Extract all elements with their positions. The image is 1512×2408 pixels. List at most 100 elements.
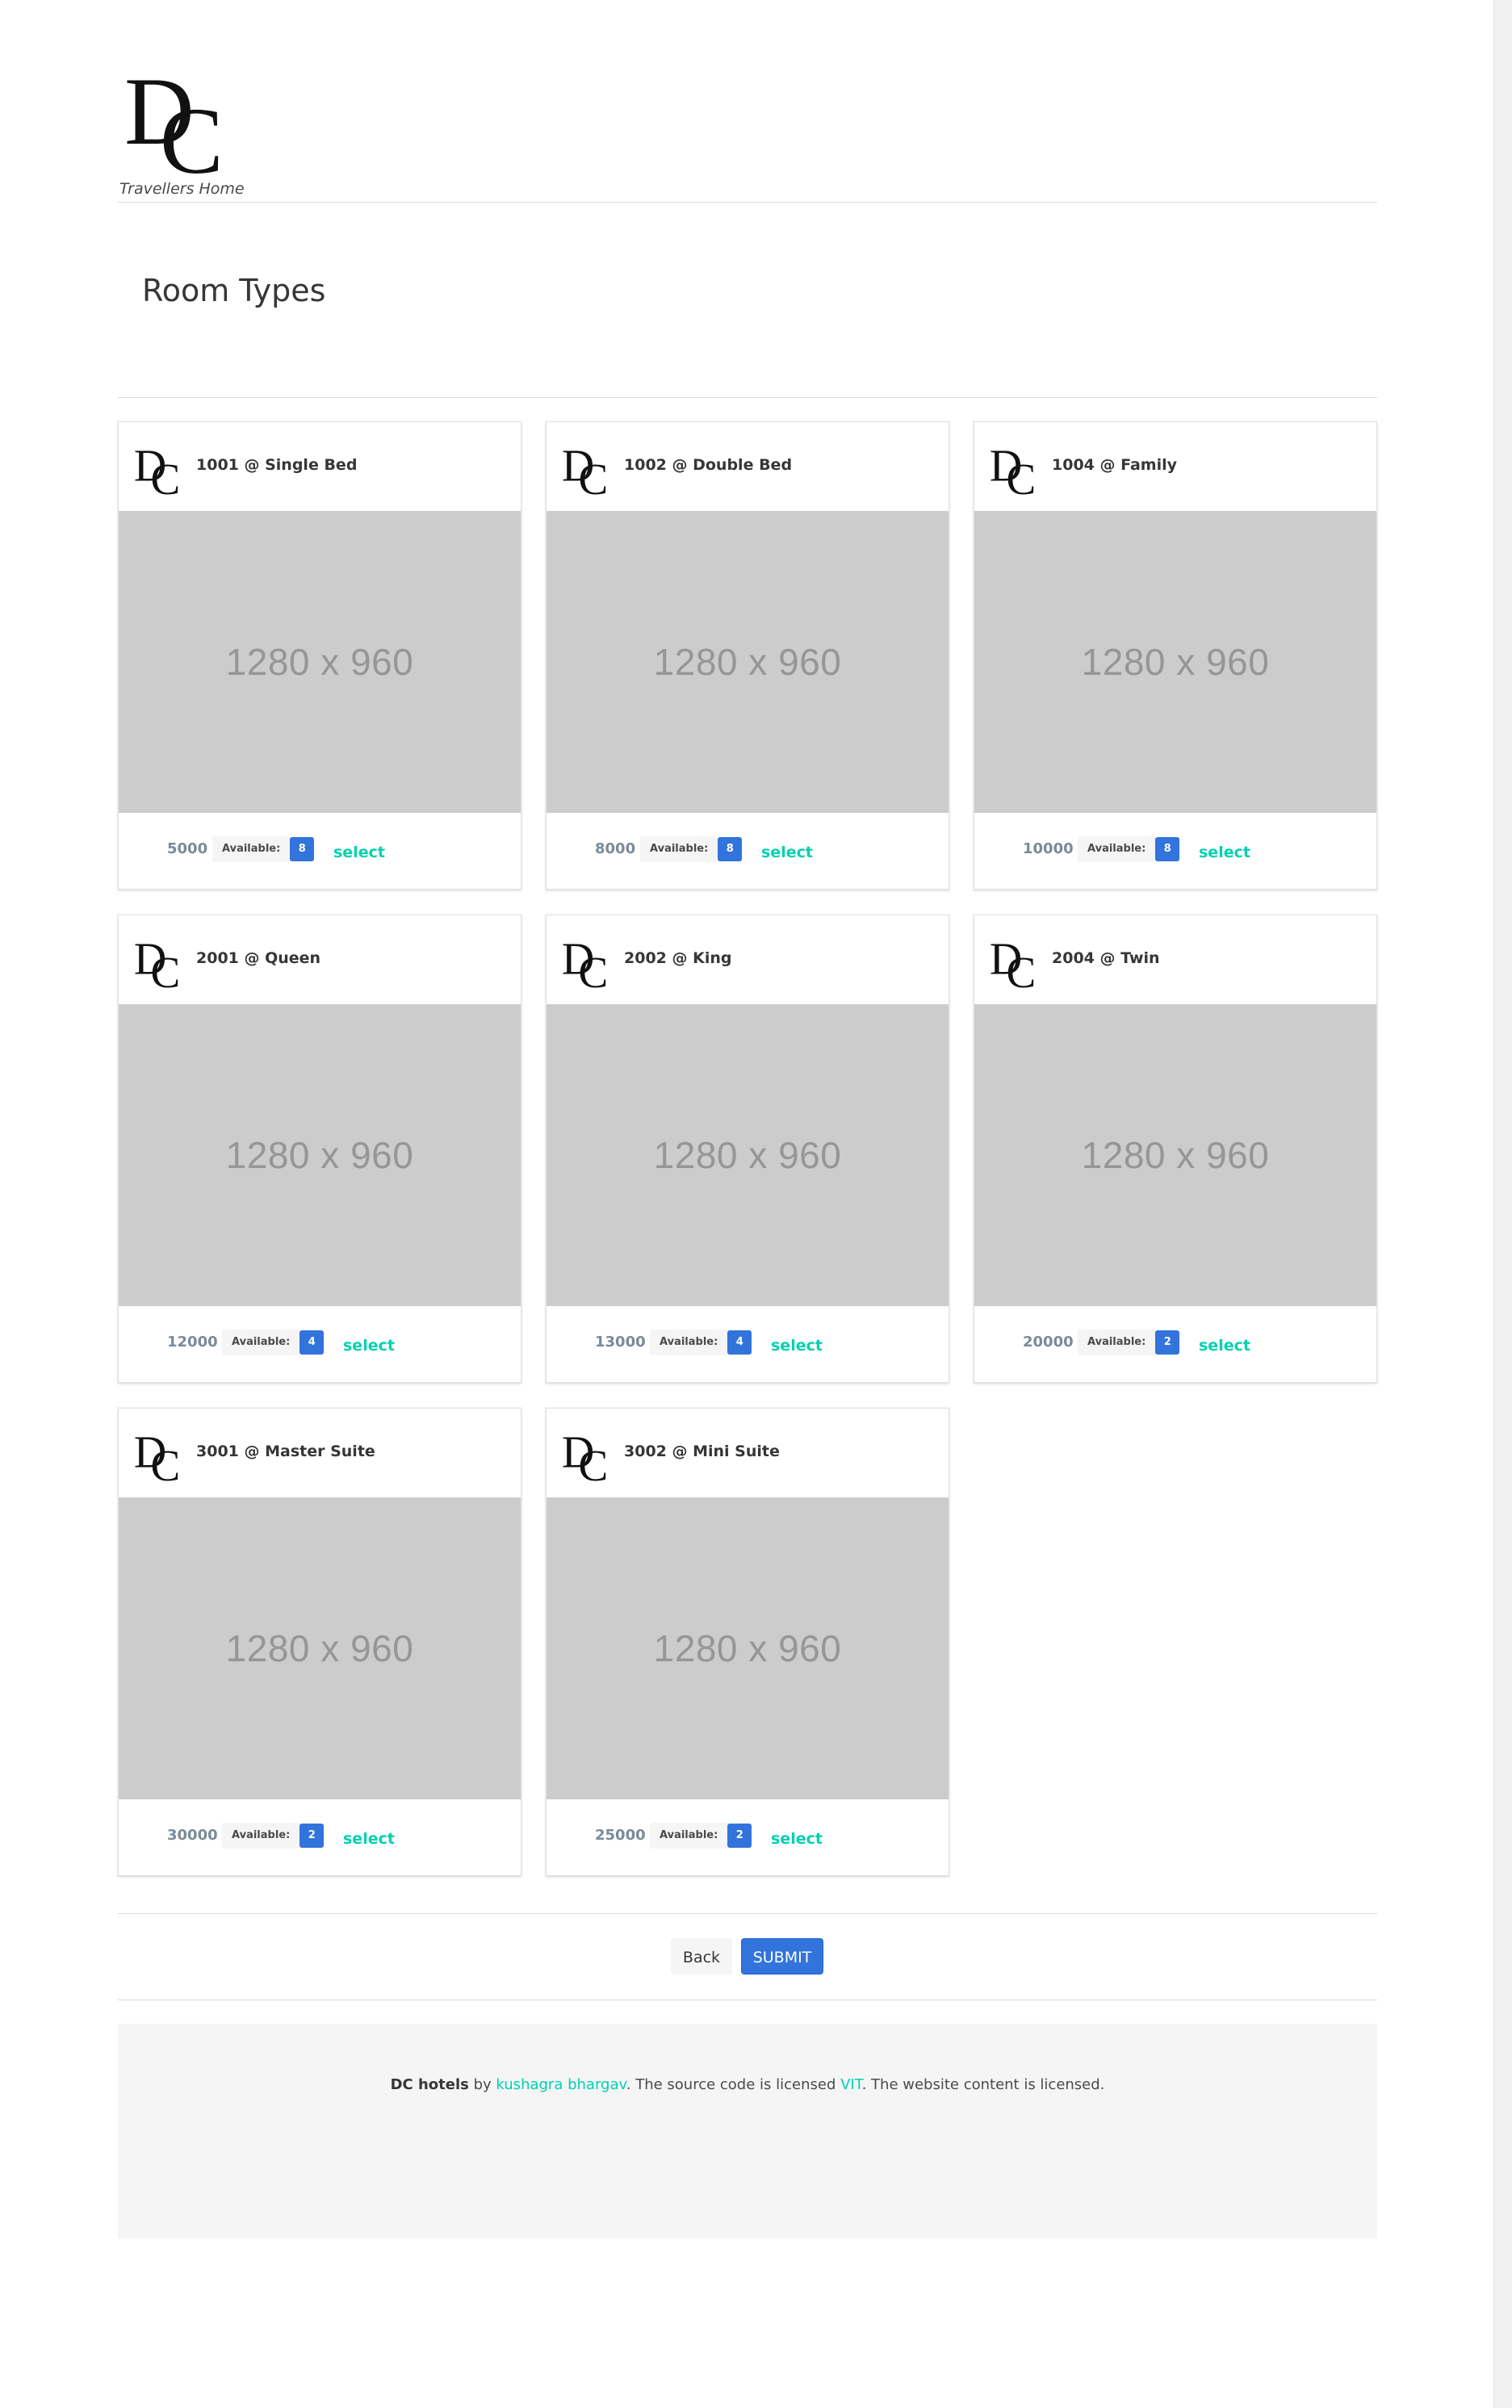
vertical-scrollbar[interactable] bbox=[1493, 0, 1512, 2408]
select-room-link[interactable]: select bbox=[343, 1830, 395, 1848]
brand-logo-link[interactable]: D C Travellers Home bbox=[118, 48, 279, 202]
room-card: D C 1004 @ Family 1280 x 960 10000 Available:… bbox=[974, 421, 1377, 890]
available-count: 4 bbox=[727, 1330, 752, 1355]
image-size-label: 1280 x 960 bbox=[225, 641, 414, 683]
svg-text:C: C bbox=[150, 1441, 180, 1481]
available-count: 8 bbox=[1155, 837, 1180, 861]
svg-text:C: C bbox=[578, 1441, 608, 1481]
room-price: 12000 bbox=[167, 1334, 218, 1351]
available-label: Available: bbox=[640, 836, 718, 862]
image-size-label: 1280 x 960 bbox=[1081, 1134, 1270, 1176]
room-price: 25000 bbox=[595, 1827, 646, 1844]
site-footer: DC hotels by kushagra bhargav. The sourc… bbox=[118, 2024, 1377, 2238]
image-size-label: 1280 x 960 bbox=[653, 1627, 842, 1669]
card-header: D C 2002 @ King bbox=[547, 915, 949, 1004]
available-count: 8 bbox=[290, 837, 315, 861]
footer-content-text: . The website content is licensed. bbox=[861, 2076, 1105, 2093]
room-card: D C 1001 @ Single Bed 1280 x 960 5000 Availab… bbox=[118, 421, 521, 890]
available-label: Available: bbox=[650, 1330, 728, 1355]
room-price: 8000 bbox=[595, 840, 636, 857]
dc-logo-icon: DC bbox=[562, 441, 608, 495]
dc-logo-icon: DC bbox=[134, 1427, 180, 1481]
room-title: 2001 @ Queen bbox=[196, 949, 321, 967]
header-divider bbox=[118, 202, 1377, 203]
available-label: Available: bbox=[222, 1330, 300, 1355]
image-size-label: 1280 x 960 bbox=[653, 1134, 842, 1176]
card-header: D C 1002 @ Double Bed bbox=[547, 422, 949, 511]
footer-by: by bbox=[468, 2076, 496, 2093]
footer-text: DC hotels by kushagra bhargav. The sourc… bbox=[118, 2076, 1377, 2093]
available-count: 2 bbox=[299, 1824, 325, 1848]
room-price: 20000 bbox=[1023, 1334, 1074, 1351]
room-card: D C 2002 @ King 1280 x 960 13000 Available: 4 s… bbox=[546, 915, 949, 1383]
availability-tags: Available: 8 bbox=[640, 836, 743, 862]
select-room-link[interactable]: select bbox=[333, 844, 385, 861]
card-footer: 13000 Available: 4 select bbox=[547, 1306, 949, 1384]
select-room-link[interactable]: select bbox=[771, 1337, 823, 1355]
svg-text:C: C bbox=[1006, 948, 1036, 988]
image-size-label: 1280 x 960 bbox=[1081, 641, 1270, 683]
available-label: Available: bbox=[650, 1823, 728, 1849]
card-header: D C 1004 @ Family bbox=[974, 422, 1376, 511]
room-price: 10000 bbox=[1023, 840, 1074, 857]
card-footer: 8000 Available: 8 select bbox=[547, 813, 949, 890]
select-room-link[interactable]: select bbox=[1199, 1337, 1250, 1355]
room-title: 2004 @ Twin bbox=[1052, 949, 1160, 967]
svg-text:C: C bbox=[160, 88, 224, 174]
select-room-link[interactable]: select bbox=[771, 1830, 823, 1848]
title-divider bbox=[118, 397, 1377, 398]
select-room-link[interactable]: select bbox=[343, 1337, 395, 1355]
room-card: D C 2001 @ Queen 1280 x 960 12000 Available: 4… bbox=[118, 915, 521, 1383]
card-footer: 10000 Available: 8 select bbox=[974, 813, 1376, 890]
card-header: D C 1001 @ Single Bed bbox=[119, 422, 521, 511]
room-card: D C 3001 @ Master Suite 1280 x 960 30000 Avai… bbox=[118, 1408, 521, 1876]
submit-button[interactable]: SUBMIT bbox=[741, 1938, 823, 1975]
room-title: 1002 @ Double Bed bbox=[624, 456, 793, 474]
room-image-placeholder: 1280 x 960 bbox=[119, 1004, 521, 1306]
dc-logo-icon: D C bbox=[124, 57, 224, 174]
availability-tags: Available: 2 bbox=[222, 1823, 325, 1849]
room-price: 5000 bbox=[167, 840, 208, 857]
footer-brand: DC hotels bbox=[390, 2076, 469, 2093]
back-button[interactable]: Back bbox=[671, 1938, 732, 1975]
page: D C Travellers Home Room Types D C 1001 @ … bbox=[0, 0, 1512, 2408]
room-card: D C 2004 @ Twin 1280 x 960 20000 Available: 2 s… bbox=[974, 915, 1377, 1383]
card-header: D C 3001 @ Master Suite bbox=[119, 1409, 521, 1497]
footer-license-link[interactable]: VIT bbox=[840, 2076, 861, 2093]
card-footer: 30000 Available: 2 select bbox=[119, 1799, 521, 1877]
svg-text:C: C bbox=[1006, 454, 1036, 495]
room-image-placeholder: 1280 x 960 bbox=[974, 1004, 1376, 1306]
room-title: 2002 @ King bbox=[624, 949, 732, 967]
select-room-link[interactable]: select bbox=[1199, 844, 1250, 861]
dc-logo-icon: DC bbox=[562, 934, 608, 988]
availability-tags: Available: 2 bbox=[1078, 1330, 1180, 1355]
brand-tagline: Travellers Home bbox=[119, 180, 245, 198]
room-title: 1001 @ Single Bed bbox=[196, 456, 358, 474]
image-size-label: 1280 x 960 bbox=[653, 641, 842, 683]
available-count: 2 bbox=[727, 1824, 752, 1848]
availability-tags: Available: 8 bbox=[1078, 836, 1180, 862]
dc-logo-icon: DC bbox=[990, 441, 1036, 495]
card-footer: 25000 Available: 2 select bbox=[547, 1799, 949, 1877]
select-room-link[interactable]: select bbox=[761, 844, 813, 861]
room-price: 30000 bbox=[167, 1827, 218, 1844]
available-count: 4 bbox=[299, 1330, 325, 1355]
page-title: Room Types bbox=[142, 273, 326, 308]
card-footer: 12000 Available: 4 select bbox=[119, 1306, 521, 1384]
availability-tags: Available: 4 bbox=[650, 1330, 752, 1355]
room-title: 3001 @ Master Suite bbox=[196, 1443, 375, 1460]
available-count: 2 bbox=[1155, 1330, 1180, 1355]
room-card: D C 3002 @ Mini Suite 1280 x 960 25000 Availa… bbox=[546, 1408, 949, 1876]
card-footer: 20000 Available: 2 select bbox=[974, 1306, 1376, 1384]
dc-logo-icon: DC bbox=[134, 934, 180, 988]
image-size-label: 1280 x 960 bbox=[225, 1134, 414, 1176]
room-card: D C 1002 @ Double Bed 1280 x 960 8000 Availab… bbox=[546, 421, 949, 890]
available-label: Available: bbox=[1078, 836, 1156, 862]
svg-text:C: C bbox=[150, 948, 180, 988]
dc-logo-icon: DC bbox=[562, 1427, 608, 1481]
footer-author-link[interactable]: kushagra bhargav bbox=[496, 2076, 626, 2093]
dc-logo-icon: DC bbox=[990, 934, 1036, 988]
footer-license-text: . The source code is licensed bbox=[626, 2076, 841, 2093]
room-image-placeholder: 1280 x 960 bbox=[119, 1497, 521, 1799]
dc-logo-icon: DC bbox=[134, 441, 180, 495]
